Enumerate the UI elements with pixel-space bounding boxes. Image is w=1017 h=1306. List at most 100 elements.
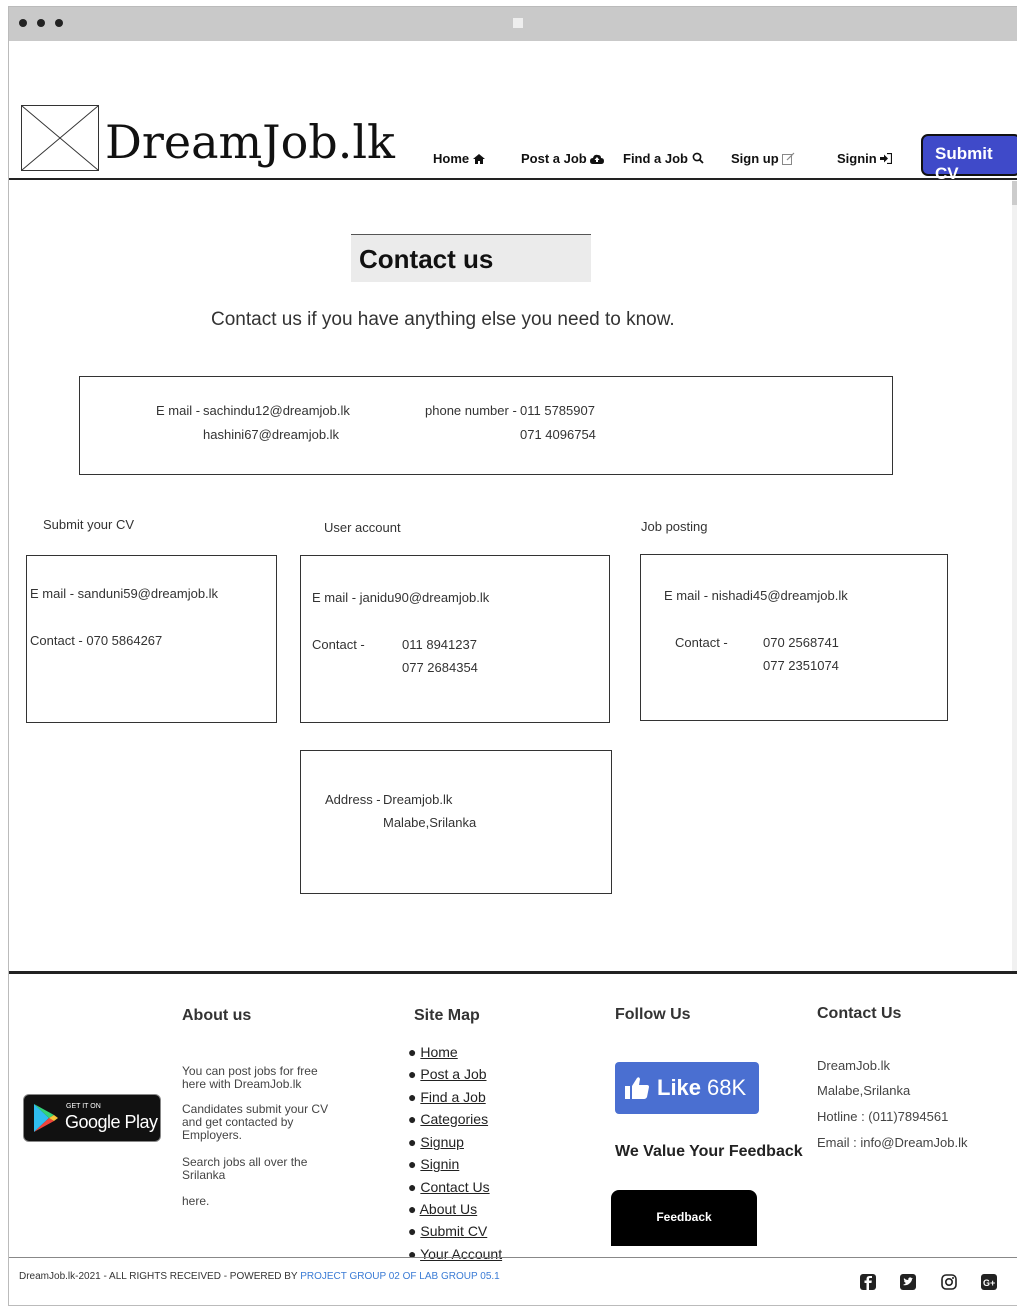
google-plus-icon[interactable]: G+ bbox=[980, 1273, 998, 1291]
phone-value: 077 2351074 bbox=[763, 658, 839, 673]
window-dot-icon[interactable] bbox=[55, 19, 63, 27]
address-line: Dreamjob.lk bbox=[383, 792, 453, 807]
google-play-badge[interactable]: GET IT ON Google Play bbox=[23, 1094, 161, 1142]
user-account-contact-box: E mail - janidu90@dreamjob.lk Contact - … bbox=[300, 555, 610, 723]
facebook-icon[interactable] bbox=[859, 1273, 877, 1291]
google-play-big-text: Google Play bbox=[65, 1112, 158, 1132]
scrollbar-thumb[interactable] bbox=[1012, 181, 1017, 205]
google-play-small-text: GET IT ON bbox=[66, 1103, 101, 1110]
contact-label: Contact - bbox=[675, 635, 728, 650]
page-subtitle: Contact us if you have anything else you… bbox=[211, 309, 675, 330]
google-play-icon bbox=[34, 1104, 58, 1132]
sitemap-item-signup[interactable]: ● Signup bbox=[408, 1134, 464, 1150]
phone-value: 011 5785907 bbox=[520, 403, 595, 418]
twitter-icon[interactable] bbox=[899, 1273, 917, 1291]
sitemap-item-submit-cv[interactable]: ● Submit CV bbox=[408, 1223, 487, 1239]
sitemap-link[interactable]: Find a Job bbox=[420, 1089, 485, 1105]
nav-post-job[interactable]: Post a Job bbox=[521, 151, 605, 166]
sitemap-item-categories[interactable]: ● Categories bbox=[408, 1111, 488, 1127]
address-box: Address - Dreamjob.lk Malabe,Srilanka bbox=[300, 750, 612, 894]
sitemap-item-find-job[interactable]: ● Find a Job bbox=[408, 1089, 486, 1105]
submit-cv-contact-box: E mail - sanduni59@dreamjob.lk Contact -… bbox=[26, 555, 277, 723]
copyright-text: DreamJob.lk-2021 - ALL RIGHTS RECEIVED -… bbox=[19, 1271, 500, 1282]
site-header: DreamJob.lk Home Post a Job Find a Job S… bbox=[9, 41, 1017, 183]
address-label: Address - bbox=[325, 792, 381, 807]
footer-contact-heading: Contact Us bbox=[817, 1005, 902, 1022]
instagram-icon[interactable] bbox=[940, 1273, 958, 1291]
phone-value: 077 2684354 bbox=[402, 660, 478, 675]
page-title: Contact us bbox=[351, 234, 591, 282]
job-posting-contact-box: E mail - nishadi45@dreamjob.lk Contact -… bbox=[640, 554, 948, 721]
user-account-heading: User account bbox=[324, 520, 401, 535]
about-heading: About us bbox=[182, 1007, 252, 1024]
sitemap-link[interactable]: Signup bbox=[420, 1134, 464, 1150]
sitemap-item-post-job[interactable]: ● Post a Job bbox=[408, 1066, 487, 1082]
feedback-heading: We Value Your Feedback bbox=[615, 1143, 803, 1160]
contact-text: Contact - 070 5864267 bbox=[30, 633, 163, 648]
follow-heading: Follow Us bbox=[615, 1006, 691, 1023]
nav-signin[interactable]: Signin bbox=[837, 151, 893, 166]
footer-contact-line: Malabe,Srilanka bbox=[817, 1083, 911, 1098]
nav-post-job-label: Post a Job bbox=[521, 151, 587, 166]
svg-text:G+: G+ bbox=[983, 1278, 995, 1288]
sitemap-link[interactable]: Home bbox=[420, 1044, 457, 1060]
general-contact-box: E mail - sachindu12@dreamjob.lk hashini6… bbox=[79, 376, 893, 475]
sitemap-item-about-us[interactable]: ● About Us bbox=[408, 1201, 477, 1217]
footer-email: Email : info@DreamJob.lk bbox=[817, 1135, 968, 1150]
sitemap-item-contact-us[interactable]: ● Contact Us bbox=[408, 1179, 490, 1195]
thumbs-up-icon bbox=[625, 1077, 649, 1099]
sitemap-link[interactable]: Categories bbox=[420, 1111, 488, 1127]
window-dot-icon[interactable] bbox=[37, 19, 45, 27]
phone-value: 011 8941237 bbox=[402, 637, 477, 652]
sitemap-link[interactable]: Signin bbox=[420, 1156, 459, 1172]
powered-by-link[interactable]: PROJECT GROUP 02 OF LAB GROUP 05.1 bbox=[300, 1271, 500, 1282]
phone-value: 070 2568741 bbox=[763, 635, 839, 650]
footer-hotline: Hotline : (011)7894561 bbox=[817, 1109, 949, 1124]
email-value: sachindu12@dreamjob.lk bbox=[203, 403, 350, 418]
nav-sign-up[interactable]: Sign up bbox=[731, 151, 795, 166]
job-posting-heading: Job posting bbox=[641, 519, 708, 534]
email-text: E mail - sanduni59@dreamjob.lk bbox=[30, 586, 219, 601]
search-icon bbox=[692, 152, 704, 164]
feedback-button[interactable]: Feedback bbox=[611, 1190, 757, 1246]
window-titlebar bbox=[9, 7, 1017, 41]
copyright-bar: DreamJob.lk-2021 - ALL RIGHTS RECEIVED -… bbox=[9, 1257, 1017, 1305]
sitemap-heading: Site Map bbox=[414, 1007, 480, 1024]
logo-placeholder-icon[interactable] bbox=[21, 105, 99, 171]
sitemap-item-signin[interactable]: ● Signin bbox=[408, 1156, 459, 1172]
like-label: Like bbox=[657, 1075, 702, 1100]
facebook-like-button[interactable]: Like 68K bbox=[615, 1062, 759, 1114]
edit-icon bbox=[782, 152, 795, 165]
home-icon bbox=[472, 154, 485, 164]
contact-label: Contact - bbox=[312, 637, 365, 652]
nav-signin-label: Signin bbox=[837, 151, 877, 166]
sitemap-link[interactable]: Submit CV bbox=[420, 1223, 487, 1239]
tab-indicator-icon bbox=[513, 18, 523, 28]
phone-value: 071 4096754 bbox=[520, 427, 596, 442]
sitemap-link[interactable]: Contact Us bbox=[420, 1179, 489, 1195]
scrollbar-track[interactable] bbox=[1012, 181, 1017, 971]
nav-find-job[interactable]: Find a Job bbox=[623, 151, 704, 166]
like-count: 68K bbox=[707, 1075, 747, 1100]
sitemap-link[interactable]: About Us bbox=[420, 1201, 478, 1217]
about-paragraph: Candidates submit your CV and get contac… bbox=[182, 1102, 329, 1142]
submit-cv-heading: Submit your CV bbox=[43, 517, 135, 532]
nav-home[interactable]: Home bbox=[433, 151, 485, 166]
sitemap-item-home[interactable]: ● Home bbox=[408, 1044, 458, 1060]
email-label: E mail - bbox=[156, 403, 201, 418]
email-text: E mail - janidu90@dreamjob.lk bbox=[312, 590, 490, 605]
sign-in-icon bbox=[880, 152, 893, 165]
browser-window: DreamJob.lk Home Post a Job Find a Job S… bbox=[8, 6, 1017, 1306]
submit-cv-button[interactable]: Submit CV bbox=[921, 134, 1017, 183]
email-text: E mail - nishadi45@dreamjob.lk bbox=[664, 588, 848, 603]
nav-sign-up-label: Sign up bbox=[731, 151, 779, 166]
sitemap-link[interactable]: Post a Job bbox=[420, 1066, 486, 1082]
copyright-label: DreamJob.lk-2021 - ALL RIGHTS RECEIVED -… bbox=[19, 1271, 301, 1282]
brand-name[interactable]: DreamJob.lk bbox=[105, 115, 395, 169]
about-paragraph: here. bbox=[182, 1194, 210, 1208]
about-paragraph: Search jobs all over the Srilanka bbox=[182, 1155, 308, 1182]
footer-contact-line: DreamJob.lk bbox=[817, 1058, 890, 1073]
window-dot-icon[interactable] bbox=[19, 19, 27, 27]
nav-find-job-label: Find a Job bbox=[623, 151, 688, 166]
phone-label: phone number - bbox=[425, 403, 517, 418]
